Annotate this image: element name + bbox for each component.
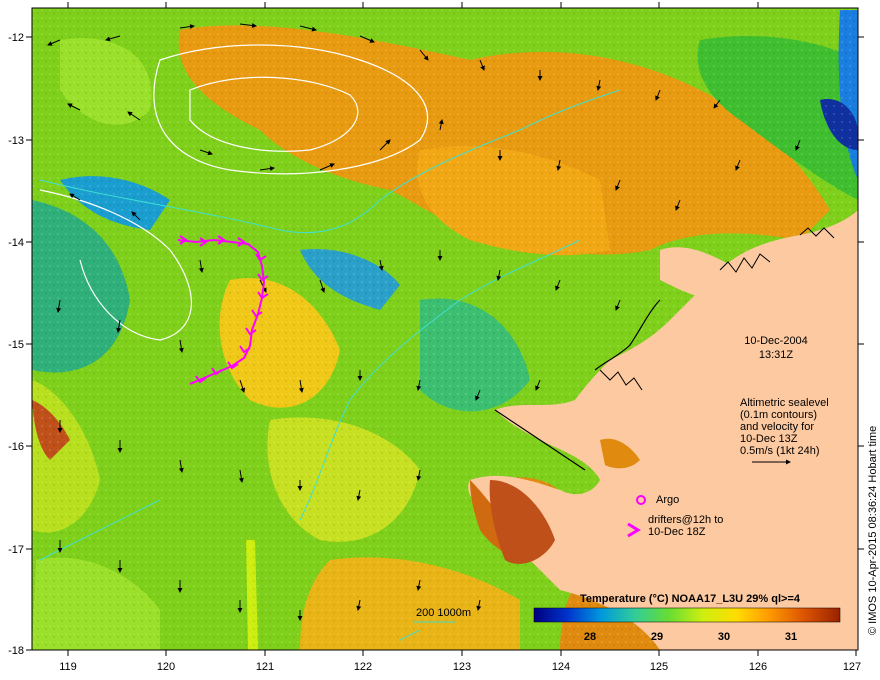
argo-label: Argo (656, 494, 679, 506)
plot-area (32, 8, 858, 650)
note-line: and velocity for (740, 421, 814, 433)
colorbar-tick: 30 (718, 631, 730, 643)
colorbar-title: Temperature (°C) NOAA17_L3U 29% ql>=4 (580, 593, 801, 605)
lat-tick-label: -15 (8, 339, 24, 351)
lat-tick-label: -14 (8, 237, 24, 249)
lon-tick-label: 120 (157, 661, 175, 673)
lon-tick-label: 126 (749, 661, 767, 673)
lat-tick-labels: -12 -13 -14 -15 -16 -17 -18 (8, 32, 24, 657)
lon-tick-label: 119 (59, 661, 77, 673)
sst-map: 119 120 121 122 123 124 125 126 127 -12 … (8, 2, 879, 673)
drifters-label: 10-Dec 18Z (648, 526, 706, 538)
lon-tick-label: 127 (843, 661, 861, 673)
lat-tick-label: -17 (8, 544, 24, 556)
lat-tick-label: -18 (8, 645, 24, 657)
colorbar-ramp (533, 607, 841, 623)
credit-text: © IMOS 10-Apr-2015 08:36:24 Hobart time (867, 426, 879, 635)
lon-tick-label: 121 (256, 661, 274, 673)
lon-tick-label: 122 (354, 661, 372, 673)
drifters-label: drifters@12h to (648, 514, 723, 526)
note-line: (0.1m contours) (740, 409, 817, 421)
colorbar-tick: 29 (651, 631, 663, 643)
colorbar-tick: 28 (584, 631, 596, 643)
depth-legend: 200 1000m (416, 607, 471, 619)
lat-tick-label: -16 (8, 441, 24, 453)
map-date: 10-Dec-2004 (744, 335, 808, 347)
lon-tick-labels: 119 120 121 122 123 124 125 126 127 (59, 661, 861, 673)
lon-tick-label: 125 (650, 661, 668, 673)
map-time: 13:31Z (759, 349, 794, 361)
lat-tick-label: -13 (8, 135, 24, 147)
note-line: Altimetric sealevel (740, 397, 829, 409)
lon-tick-label: 124 (552, 661, 570, 673)
lon-tick-label: 123 (453, 661, 471, 673)
note-line: 0.5m/s (1kt 24h) (740, 445, 819, 457)
note-line: 10-Dec 13Z (740, 433, 798, 445)
colorbar-tick: 31 (785, 631, 797, 643)
lat-tick-label: -12 (8, 32, 24, 44)
